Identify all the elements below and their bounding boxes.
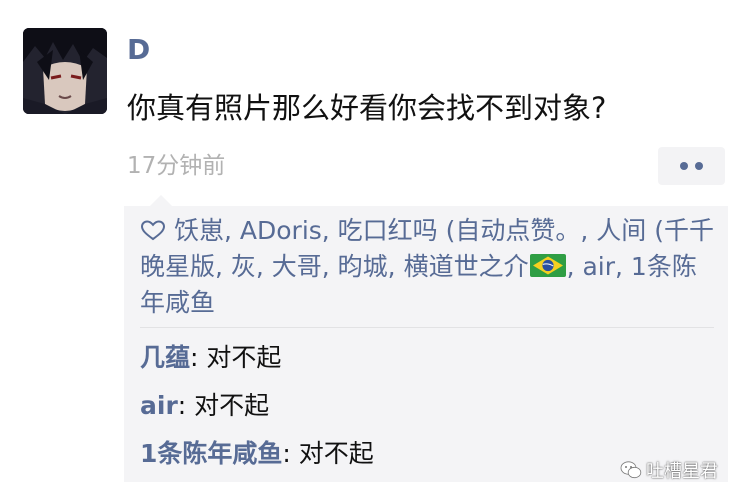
comment-author[interactable]: air — [140, 391, 178, 420]
comment-text: 对不起 — [194, 391, 270, 420]
comment-author[interactable]: 几蕴 — [140, 343, 190, 372]
comment-panel: 饫崽, ADoris, 吃口红吗 (自动点赞。, 人间 (千千晚星版, 灰, 大… — [124, 195, 728, 482]
heart-icon — [140, 220, 166, 241]
brazil-flag-icon — [529, 252, 567, 277]
comment-author[interactable]: 1条陈年咸鱼 — [140, 439, 282, 468]
wechat-icon — [620, 461, 642, 479]
post-text: 你真有照片那么好看你会找不到对象? — [127, 91, 607, 125]
avatar[interactable] — [23, 28, 107, 114]
likes-list: 饫崽, ADoris, 吃口红吗 (自动点赞。, 人间 (千千晚星版, 灰, 大… — [140, 213, 714, 328]
comment-text: 对不起 — [206, 343, 282, 372]
post-timestamp: 17分钟前 — [127, 153, 226, 179]
more-options-button[interactable] — [658, 147, 725, 185]
watermark: 吐槽星君 — [620, 459, 718, 485]
comment-text: 对不起 — [298, 439, 374, 468]
comment-row[interactable]: 几蕴: 对不起 — [140, 340, 714, 376]
watermark-text: 吐槽星君 — [646, 461, 718, 482]
post-author-name[interactable]: D — [127, 30, 150, 70]
comment-row[interactable]: air: 对不起 — [140, 388, 714, 424]
dot-icon — [680, 162, 688, 170]
dot-icon — [695, 162, 703, 170]
